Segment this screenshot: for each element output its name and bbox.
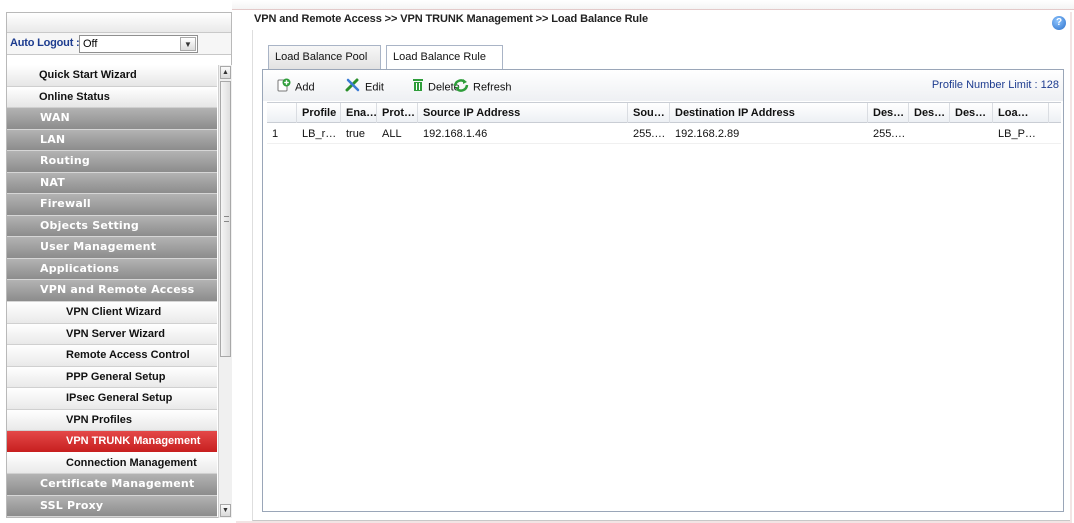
col-header-index [267, 103, 297, 123]
edit-label: Edit [365, 81, 384, 94]
menu-item-firewall[interactable]: Firewall [7, 194, 217, 216]
tab-load-balance-rule[interactable]: Load Balance Rule [386, 45, 503, 70]
menu-item-ppp-general-setup[interactable]: PPP General Setup [7, 366, 217, 389]
refresh-button[interactable]: Refresh [453, 78, 512, 94]
tab-load-balance-pool[interactable]: Load Balance Pool [268, 45, 381, 69]
cell-source-mask: 255.… [633, 128, 666, 140]
cell-index: 1 [272, 128, 279, 140]
add-button[interactable]: Add [277, 78, 315, 94]
table-header: Profile Ena… Prot… Source IP Address Sou… [267, 102, 1061, 123]
edit-button[interactable]: Edit [345, 78, 384, 94]
toolbar: Add Edit Delete Refresh Profile Number L… [263, 70, 1063, 101]
col-header-destination-mask[interactable]: Des… [868, 103, 909, 123]
col-header-destination-port-start[interactable]: Des… [909, 103, 950, 123]
sidebar: Auto Logout : Off ▼ Quick Start Wizard O… [6, 12, 232, 518]
trash-icon [412, 78, 424, 97]
menu-item-user-management[interactable]: User Management [7, 237, 217, 259]
menu-item-connection-management[interactable]: Connection Management [7, 452, 217, 475]
table-row[interactable]: 1 LB_r… true ALL 192.168.1.46 255.… 192.… [267, 124, 1061, 144]
col-header-destination-port-end[interactable]: Des… [950, 103, 993, 123]
col-header-destination-ip[interactable]: Destination IP Address [670, 103, 868, 123]
menu-item-routing[interactable]: Routing [7, 151, 217, 173]
col-header-source-mask[interactable]: Sou… [628, 103, 670, 123]
cell-destination-ip: 192.168.2.89 [675, 128, 740, 140]
menu-item-vpn-trunk-management[interactable]: VPN TRUNK Management [7, 431, 217, 453]
auto-logout-label: Auto Logout : [10, 37, 80, 49]
refresh-icon [453, 78, 469, 97]
col-header-enable[interactable]: Ena… [341, 103, 377, 123]
menu-item-certificate-management[interactable]: Certificate Management [7, 474, 217, 496]
col-header-protocol[interactable]: Prot… [377, 103, 418, 123]
menu-item-wan[interactable]: WAN [7, 108, 217, 130]
menu-item-objects-setting[interactable]: Objects Setting [7, 215, 217, 238]
sidebar-header [7, 13, 231, 33]
help-icon[interactable]: ? [1052, 16, 1066, 30]
menu-item-quick-start-wizard[interactable]: Quick Start Wizard [7, 65, 217, 87]
top-strip [232, 0, 1074, 10]
cell-destination-mask: 255.… [873, 128, 906, 140]
menu-item-lan[interactable]: LAN [7, 129, 217, 152]
auto-logout-bar: Auto Logout : Off ▼ [7, 33, 231, 55]
menu-item-vpn-client-wizard[interactable]: VPN Client Wizard [7, 302, 217, 324]
wrench-icon [345, 78, 361, 97]
col-header-load-balance-pool[interactable]: Loa… [993, 103, 1049, 123]
auto-logout-select[interactable]: Off ▼ [79, 35, 198, 53]
cell-source-ip: 192.168.1.46 [423, 128, 488, 140]
menu-item-vpn-profiles[interactable]: VPN Profiles [7, 409, 217, 432]
menu-item-online-status[interactable]: Online Status [7, 86, 217, 109]
sidebar-menu: Quick Start Wizard Online Status WAN LAN… [7, 65, 217, 518]
scroll-up-icon[interactable]: ▲ [220, 66, 231, 79]
grip-icon [224, 216, 229, 222]
scroll-down-icon[interactable]: ▼ [220, 504, 231, 517]
chevron-down-icon[interactable]: ▼ [180, 37, 196, 51]
menu-item-applications[interactable]: Applications [7, 258, 217, 281]
cell-destination-port-start [909, 124, 950, 144]
menu-item-remote-access-control[interactable]: Remote Access Control [7, 345, 217, 367]
col-header-profile[interactable]: Profile [297, 103, 341, 123]
cell-profile: LB_r… [302, 128, 337, 140]
menu-item-nat[interactable]: NAT [7, 172, 217, 195]
menu-item-ssl-proxy[interactable]: SSL Proxy [7, 495, 217, 518]
menu-item-vpn-server-wizard[interactable]: VPN Server Wizard [7, 323, 217, 346]
add-label: Add [295, 81, 315, 94]
cell-load-balance-pool: LB_P… [998, 128, 1036, 140]
col-header-source-ip[interactable]: Source IP Address [418, 103, 628, 123]
auto-logout-value: Off [83, 38, 98, 50]
sidebar-scrollbar[interactable]: ▲ ▼ [218, 65, 232, 518]
rule-panel: Add Edit Delete Refresh Profile Number L… [262, 69, 1064, 512]
breadcrumb: VPN and Remote Access >> VPN TRUNK Manag… [254, 13, 649, 25]
cell-enable: true [346, 128, 365, 140]
cell-protocol: ALL [382, 128, 402, 140]
add-icon [277, 78, 291, 97]
menu-item-vpn-and-remote-access[interactable]: VPN and Remote Access [7, 280, 217, 303]
profile-limit-text: Profile Number Limit : 128 [931, 79, 1059, 91]
menu-item-ipsec-general-setup[interactable]: IPsec General Setup [7, 388, 217, 410]
scrollbar-thumb[interactable] [220, 81, 231, 357]
cell-destination-port-end [950, 124, 993, 144]
refresh-label: Refresh [473, 81, 512, 94]
